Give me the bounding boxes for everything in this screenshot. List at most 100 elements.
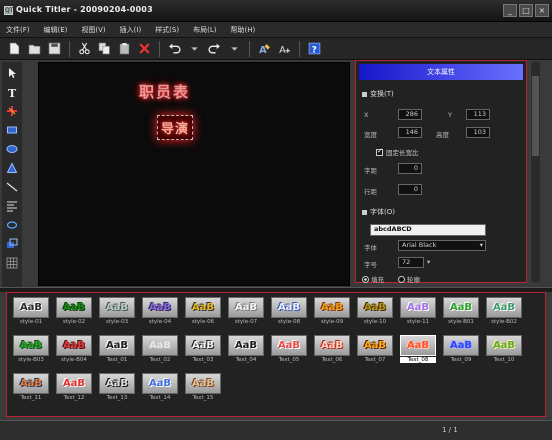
style-preview[interactable]: AaB: [56, 335, 92, 356]
style-swatch[interactable]: AaB Text_15: [185, 373, 221, 401]
style-swatch[interactable]: AaB Text_10: [486, 335, 522, 363]
style-swatch[interactable]: AaB Text_06: [314, 335, 350, 363]
style-swatch[interactable]: AaB Text_01: [99, 335, 135, 363]
checkbox-checked-icon[interactable]: [376, 147, 383, 156]
style-preview[interactable]: AaB: [314, 335, 350, 356]
style-swatch[interactable]: AaB Text_12: [56, 373, 92, 401]
scrollbar-thumb[interactable]: [532, 76, 539, 156]
radio-fill[interactable]: 填充: [362, 274, 384, 284]
x-field[interactable]: 286: [398, 109, 422, 120]
radio-selected-icon[interactable]: [362, 275, 369, 283]
cut-icon[interactable]: [76, 40, 93, 57]
style-swatch[interactable]: AaB style-B01: [443, 297, 479, 325]
style-preview[interactable]: AaB: [142, 373, 178, 394]
style-preview[interactable]: AaB: [271, 335, 307, 356]
panel-scrollbar[interactable]: [530, 62, 540, 282]
text-tool-icon[interactable]: T: [4, 84, 20, 100]
collapse-icon[interactable]: [362, 91, 367, 97]
style-swatch[interactable]: AaB style-B03: [13, 335, 49, 363]
menu-file[interactable]: 文件(F): [6, 25, 30, 35]
font-select[interactable]: Arial Black ▾: [398, 240, 486, 251]
style-preview[interactable]: AaB: [486, 297, 522, 318]
style-preview[interactable]: AaB: [185, 335, 221, 356]
maximize-button[interactable]: □: [519, 4, 533, 17]
width-field[interactable]: 146: [398, 127, 422, 138]
style-swatch[interactable]: AaB Text_05: [271, 335, 307, 363]
style-swatch[interactable]: AaB Text_11: [13, 373, 49, 401]
canvas-title-text[interactable]: 职员表: [139, 81, 190, 102]
style-swatch[interactable]: AaB Text_08: [400, 335, 436, 363]
chevron-down-icon[interactable]: ▾: [480, 241, 483, 250]
y-field[interactable]: 113: [466, 109, 490, 120]
style-preview[interactable]: AaB: [357, 335, 393, 356]
menu-insert[interactable]: 插入(I): [120, 25, 142, 35]
style-swatch[interactable]: AaB Text_14: [142, 373, 178, 401]
style-preview[interactable]: AaB: [99, 335, 135, 356]
ellipse-outline-tool-icon[interactable]: [4, 217, 20, 233]
style-preview[interactable]: AaB: [99, 373, 135, 394]
size-dropdown-icon[interactable]: ▾: [427, 258, 430, 266]
style-preview[interactable]: AaB: [400, 297, 436, 318]
style-preview[interactable]: AaB: [314, 297, 350, 318]
rectangle-tool-icon[interactable]: [4, 122, 20, 138]
text-style-icon[interactable]: A: [256, 40, 273, 57]
style-preview[interactable]: AaB: [56, 373, 92, 394]
redo-dropdown-icon[interactable]: [226, 40, 243, 57]
char-spacing-field[interactable]: 0: [398, 163, 422, 174]
style-preview[interactable]: AaB: [185, 373, 221, 394]
transform-section[interactable]: 变换(T): [362, 89, 394, 99]
style-swatch[interactable]: AaB Text_13: [99, 373, 135, 401]
vertical-text-tool-icon[interactable]: [4, 103, 20, 119]
style-swatch[interactable]: AaB Text_04: [228, 335, 264, 363]
style-preview[interactable]: AaB: [56, 297, 92, 318]
undo-dropdown-icon[interactable]: [186, 40, 203, 57]
style-preview[interactable]: AaB: [228, 297, 264, 318]
lock-ratio-checkbox[interactable]: 固定长宽比: [376, 147, 419, 157]
style-swatch[interactable]: AaB style-09: [314, 297, 350, 325]
style-preview[interactable]: AaB: [400, 335, 436, 356]
style-preview[interactable]: AaB: [142, 297, 178, 318]
paste-icon[interactable]: [116, 40, 133, 57]
style-preview[interactable]: AaB: [271, 297, 307, 318]
style-swatch[interactable]: AaB Text_03: [185, 335, 221, 363]
style-swatch[interactable]: AaB style-B04: [56, 335, 92, 363]
text-format-icon[interactable]: A: [276, 40, 293, 57]
style-preview[interactable]: AaB: [443, 335, 479, 356]
style-swatch[interactable]: AaB Text_02: [142, 335, 178, 363]
style-preview[interactable]: AaB: [443, 297, 479, 318]
copy-icon[interactable]: [96, 40, 113, 57]
minimize-button[interactable]: _: [503, 4, 517, 17]
style-swatch[interactable]: AaB style-02: [56, 297, 92, 325]
select-arrow-icon[interactable]: [4, 65, 20, 81]
redo-icon[interactable]: [206, 40, 223, 57]
menu-view[interactable]: 视图(V): [81, 25, 105, 35]
menu-edit[interactable]: 编辑(E): [44, 25, 68, 35]
grid-tool-icon[interactable]: [4, 255, 20, 271]
style-preview[interactable]: AaB: [142, 335, 178, 356]
size-field[interactable]: 72: [398, 257, 424, 268]
height-field[interactable]: 103: [466, 127, 490, 138]
style-preview[interactable]: AaB: [486, 335, 522, 356]
style-swatch[interactable]: AaB style-03: [99, 297, 135, 325]
undo-icon[interactable]: [166, 40, 183, 57]
title-canvas[interactable]: 职员表 导演: [38, 62, 350, 286]
style-swatch[interactable]: AaB style-B02: [486, 297, 522, 325]
menu-layout[interactable]: 布局(L): [193, 25, 216, 35]
line-tool-icon[interactable]: [4, 179, 20, 195]
selected-text-box[interactable]: 导演: [157, 115, 194, 140]
style-preview[interactable]: AaB: [13, 335, 49, 356]
align-tool-icon[interactable]: [4, 198, 20, 214]
ellipse-tool-icon[interactable]: [4, 141, 20, 157]
style-preview[interactable]: AaB: [228, 335, 264, 356]
style-swatch[interactable]: AaB style-01: [13, 297, 49, 325]
line-spacing-field[interactable]: 0: [398, 184, 422, 195]
style-swatch[interactable]: AaB style-06: [185, 297, 221, 325]
style-swatch[interactable]: AaB Text_07: [357, 335, 393, 363]
layer-tool-icon[interactable]: [4, 236, 20, 252]
new-file-icon[interactable]: [6, 40, 23, 57]
style-swatch[interactable]: AaB style-07: [228, 297, 264, 325]
collapse-icon[interactable]: [362, 209, 367, 215]
style-preview[interactable]: AaB: [357, 297, 393, 318]
style-swatch[interactable]: AaB style-11: [400, 297, 436, 325]
style-swatch[interactable]: AaB style-08: [271, 297, 307, 325]
